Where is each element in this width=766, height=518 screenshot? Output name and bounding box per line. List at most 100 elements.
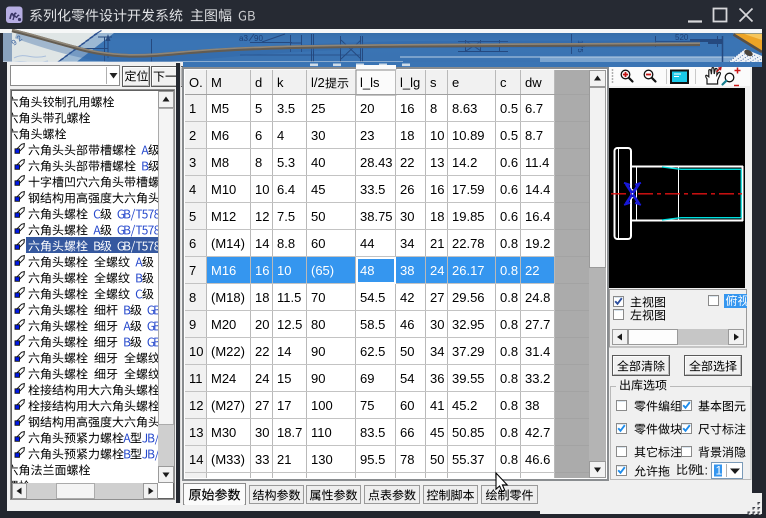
svg-text:c: c <box>500 75 507 90</box>
svg-text:22: 22 <box>255 344 269 359</box>
svg-text:46: 46 <box>400 317 414 332</box>
svg-text:48: 48 <box>360 263 374 278</box>
svg-text:a3: a3 <box>239 34 248 43</box>
svg-text:18: 18 <box>255 290 269 305</box>
svg-text:54.5: 54.5 <box>360 290 385 305</box>
svg-text:12: 12 <box>189 398 203 413</box>
svg-text:d: d <box>255 75 262 90</box>
svg-text:12: 12 <box>255 209 269 224</box>
svg-text:16: 16 <box>430 182 444 197</box>
svg-text:8.7: 8.7 <box>525 128 543 143</box>
svg-text:14.4: 14.4 <box>525 182 550 197</box>
svg-text:50: 50 <box>430 452 444 467</box>
svg-text:M20: M20 <box>211 317 236 332</box>
svg-text:(65): (65) <box>311 263 334 278</box>
svg-text:4: 4 <box>189 182 196 197</box>
svg-text:13: 13 <box>189 425 203 440</box>
svg-text:0.5: 0.5 <box>500 128 518 143</box>
svg-text:36: 36 <box>430 371 444 386</box>
svg-text:54: 54 <box>400 371 414 386</box>
svg-text:100: 100 <box>311 398 333 413</box>
svg-text:69: 69 <box>360 371 374 386</box>
svg-text:M16: M16 <box>211 263 236 278</box>
svg-text:24: 24 <box>255 371 269 386</box>
svg-text:6.7: 6.7 <box>525 101 543 116</box>
svg-text:30: 30 <box>255 425 269 440</box>
svg-text:14: 14 <box>189 452 203 467</box>
svg-text:38: 38 <box>400 263 414 278</box>
svg-text:42.7: 42.7 <box>525 425 550 440</box>
svg-text:22.78: 22.78 <box>452 236 485 251</box>
svg-text:40: 40 <box>311 155 325 170</box>
svg-text:8: 8 <box>255 155 262 170</box>
svg-text:38.75: 38.75 <box>360 209 393 224</box>
svg-text:15: 15 <box>277 371 291 386</box>
svg-text:5.3: 5.3 <box>277 155 295 170</box>
svg-text:78: 78 <box>400 452 414 467</box>
svg-text:l_lg: l_lg <box>400 75 420 90</box>
svg-text:0.8: 0.8 <box>500 263 518 278</box>
svg-text:30: 30 <box>311 128 325 143</box>
svg-text:32.95: 32.95 <box>452 317 485 332</box>
svg-text:8.63: 8.63 <box>452 101 477 116</box>
svg-text:27.7: 27.7 <box>525 317 550 332</box>
svg-text:6: 6 <box>255 128 262 143</box>
svg-text:34: 34 <box>430 344 444 359</box>
svg-text:1: 1 <box>189 101 196 116</box>
svg-text:24.8: 24.8 <box>525 290 550 305</box>
svg-text:M8: M8 <box>211 155 229 170</box>
svg-text:19.85: 19.85 <box>452 209 485 224</box>
svg-text:44: 44 <box>360 236 374 251</box>
svg-text:27: 27 <box>430 290 444 305</box>
svg-text:42: 42 <box>400 290 414 305</box>
svg-text:27: 27 <box>255 398 269 413</box>
svg-text:50.85: 50.85 <box>452 425 485 440</box>
svg-text:0.8: 0.8 <box>500 398 518 413</box>
svg-text:45: 45 <box>430 425 444 440</box>
svg-text:60: 60 <box>400 398 414 413</box>
svg-text:10.89: 10.89 <box>452 128 485 143</box>
svg-text:10: 10 <box>189 344 203 359</box>
svg-text:50: 50 <box>311 209 325 224</box>
svg-text:M5: M5 <box>211 101 229 116</box>
svg-text:k: k <box>277 75 284 90</box>
svg-text:8.8: 8.8 <box>277 236 295 251</box>
svg-text:18.7: 18.7 <box>277 425 302 440</box>
svg-text:10: 10 <box>277 263 291 278</box>
svg-text:7: 7 <box>189 263 196 278</box>
svg-text:45.2: 45.2 <box>452 398 477 413</box>
svg-text:0.6: 0.6 <box>500 182 518 197</box>
svg-text:29.56: 29.56 <box>452 290 485 305</box>
svg-text:8: 8 <box>430 101 437 116</box>
svg-text:39.55: 39.55 <box>452 371 485 386</box>
svg-text:13: 13 <box>430 155 444 170</box>
svg-text:18: 18 <box>430 209 444 224</box>
svg-text:0.8: 0.8 <box>500 236 518 251</box>
svg-text:80: 80 <box>311 317 325 332</box>
svg-text:M12: M12 <box>211 209 236 224</box>
svg-text:23: 23 <box>360 128 374 143</box>
svg-text:30: 30 <box>400 209 414 224</box>
svg-text:22: 22 <box>525 263 539 278</box>
svg-text:e: e <box>452 75 459 90</box>
svg-text:62.5: 62.5 <box>360 344 385 359</box>
svg-text:16: 16 <box>255 263 269 278</box>
svg-text:14: 14 <box>277 344 291 359</box>
svg-text:14: 14 <box>255 236 269 251</box>
svg-text:9: 9 <box>189 317 196 332</box>
svg-text:5: 5 <box>255 101 262 116</box>
svg-text:16: 16 <box>400 101 414 116</box>
svg-text:(M18): (M18) <box>211 290 245 305</box>
svg-text:58.5: 58.5 <box>360 317 385 332</box>
svg-text:M6: M6 <box>211 128 229 143</box>
svg-text:0.6: 0.6 <box>500 155 518 170</box>
svg-text:70: 70 <box>311 290 325 305</box>
svg-text:55.37: 55.37 <box>452 452 485 467</box>
svg-text:28.43: 28.43 <box>360 155 393 170</box>
svg-text:M30: M30 <box>211 425 236 440</box>
svg-text:M10: M10 <box>211 182 236 197</box>
svg-text:11.5: 11.5 <box>277 290 301 305</box>
svg-text:18: 18 <box>400 128 414 143</box>
svg-text:0.8: 0.8 <box>500 371 518 386</box>
svg-text:11: 11 <box>189 371 203 386</box>
